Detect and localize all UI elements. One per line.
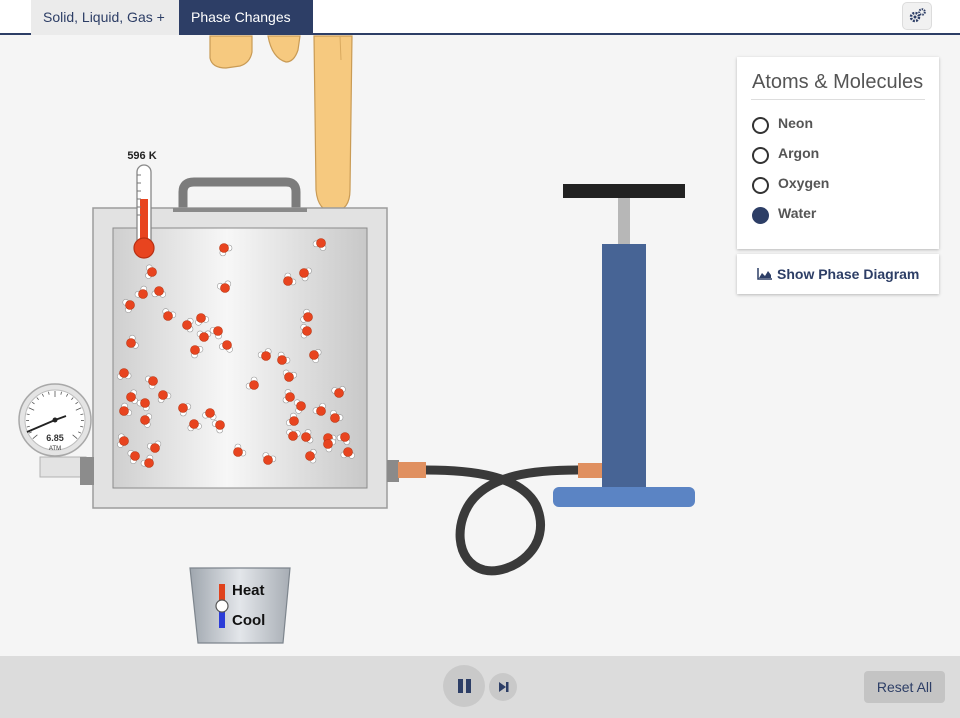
radio-button-selected-icon	[752, 207, 769, 224]
temperature-readout: 596 K	[127, 150, 156, 162]
pause-button[interactable]	[443, 665, 485, 707]
reset-all-button[interactable]: Reset All	[864, 671, 945, 703]
pressure-value: 6.85	[46, 433, 64, 443]
radio-label: Argon	[778, 145, 820, 161]
pause-icon	[458, 679, 471, 693]
radio-label: Neon	[778, 115, 813, 131]
step-forward-button[interactable]	[489, 673, 517, 701]
bicycle-pump[interactable]	[553, 184, 695, 507]
pressure-unit: ATM	[49, 446, 61, 452]
pressure-gauge: 6.85 ATM	[18, 383, 94, 485]
chart-area-icon	[757, 268, 772, 280]
show-phase-diagram-label: Show Phase Diagram	[777, 266, 920, 282]
radio-button-icon	[752, 147, 769, 164]
cool-label: Cool	[232, 612, 266, 629]
panel-divider	[751, 99, 925, 100]
heat-cool-control[interactable]	[189, 567, 291, 644]
step-forward-icon	[499, 682, 509, 692]
radio-button-icon	[752, 117, 769, 134]
panel-title: Atoms & Molecules	[752, 71, 924, 93]
radio-label: Water	[778, 205, 817, 221]
pump-hose	[387, 460, 602, 576]
radio-label: Oxygen	[778, 175, 830, 191]
heat-label: Heat	[232, 582, 265, 599]
atoms-molecules-panel: Atoms & Molecules Neon Argon Oxygen Wate…	[737, 57, 939, 249]
radio-button-icon	[752, 177, 769, 194]
show-phase-diagram-button[interactable]: Show Phase Diagram	[737, 254, 939, 294]
